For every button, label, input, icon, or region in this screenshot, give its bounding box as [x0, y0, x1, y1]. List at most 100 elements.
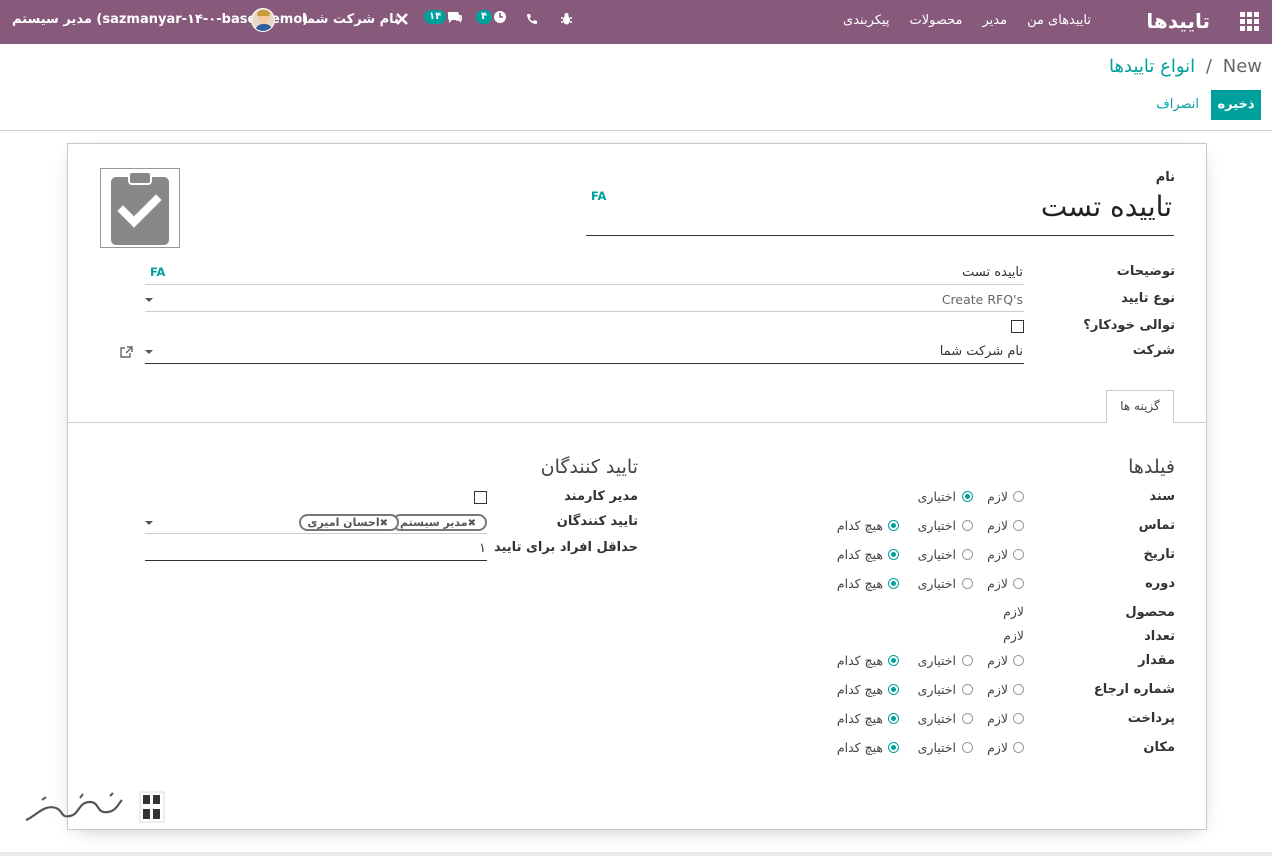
- field-option-radio[interactable]: [888, 578, 899, 589]
- field-option-label[interactable]: لازم: [987, 711, 1008, 726]
- approver-tag[interactable]: احسان امیری✖: [299, 514, 399, 531]
- field-option-label[interactable]: اختیاری: [918, 489, 956, 504]
- name-lang-button[interactable]: FA: [591, 189, 606, 203]
- apps-menu-icon[interactable]: [1240, 12, 1260, 32]
- name-input[interactable]: تاییده تست: [1041, 190, 1172, 223]
- save-button[interactable]: ذخیره: [1211, 90, 1261, 120]
- field-option-label[interactable]: هیچ کدام: [837, 547, 883, 562]
- employee-manager-label: مدیر کارمند: [564, 489, 638, 504]
- field-option-radio[interactable]: [962, 713, 973, 724]
- type-underline: [145, 311, 1024, 312]
- breadcrumb-parent[interactable]: انواع تاییدها: [1109, 56, 1195, 77]
- type-select[interactable]: Create RFQ's: [942, 292, 1023, 307]
- auto-seq-checkbox[interactable]: [1011, 320, 1024, 333]
- min-approvers-underline: [145, 560, 487, 561]
- approvers-dropdown-icon[interactable]: [145, 521, 153, 525]
- field-option-radio[interactable]: [962, 549, 973, 560]
- clipboard-check-icon: [111, 171, 169, 245]
- description-lang-button[interactable]: FA: [150, 265, 165, 279]
- remove-tag-icon[interactable]: ✖: [468, 518, 476, 529]
- employee-manager-checkbox[interactable]: [474, 491, 487, 504]
- messages-menu[interactable]: ۱۴: [424, 10, 463, 24]
- page-bottom-border: [0, 852, 1272, 856]
- field-option-label[interactable]: هیچ کدام: [837, 576, 883, 591]
- bug-icon[interactable]: [560, 12, 573, 26]
- field-option-label[interactable]: اختیاری: [918, 547, 956, 562]
- field-option-label[interactable]: اختیاری: [918, 740, 956, 755]
- field-option-radio[interactable]: [962, 491, 973, 502]
- field-option-radio[interactable]: [888, 655, 899, 666]
- field-option-label[interactable]: اختیاری: [918, 653, 956, 668]
- field-row-label: تماس: [1138, 518, 1175, 533]
- field-option-radio[interactable]: [888, 684, 899, 695]
- field-option-radio[interactable]: [888, 520, 899, 531]
- company-switcher[interactable]: نام شرکت شما: [302, 12, 399, 27]
- top-navbar: تاییدها تاییدهای من مدیر محصولات پیکربند…: [0, 0, 1272, 44]
- field-option-radio[interactable]: [888, 713, 899, 724]
- menu-item-my-approvals[interactable]: تاییدهای من: [1027, 13, 1091, 28]
- discard-button[interactable]: انصراف: [1156, 90, 1199, 120]
- app-brand[interactable]: تاییدها: [1146, 9, 1210, 33]
- menu-item-configuration[interactable]: پیکربندی: [843, 13, 889, 28]
- field-option-radio[interactable]: [962, 520, 973, 531]
- field-option-radio[interactable]: [1013, 742, 1024, 753]
- field-row-label: سند: [1149, 489, 1175, 504]
- field-option-label[interactable]: هیچ کدام: [837, 711, 883, 726]
- field-option-radio[interactable]: [962, 655, 973, 666]
- control-panel-border: [0, 130, 1272, 131]
- field-option-label[interactable]: هیچ کدام: [837, 518, 883, 533]
- menu-item-manager[interactable]: مدیر: [982, 13, 1007, 28]
- field-option-label[interactable]: اختیاری: [918, 682, 956, 697]
- field-option-radio[interactable]: [962, 742, 973, 753]
- field-option-radio[interactable]: [1013, 549, 1024, 560]
- field-option-label[interactable]: لازم: [987, 518, 1008, 533]
- field-option-label[interactable]: اختیاری: [918, 576, 956, 591]
- activities-menu[interactable]: ۴: [476, 10, 507, 24]
- field-option-label[interactable]: لازم: [987, 489, 1008, 504]
- field-option-label[interactable]: هیچ کدام: [837, 682, 883, 697]
- field-option-radio[interactable]: [962, 578, 973, 589]
- activities-badge: ۴: [476, 10, 493, 24]
- min-approvers-input[interactable]: ۱: [479, 541, 486, 556]
- field-option-label[interactable]: اختیاری: [918, 518, 956, 533]
- approvers-section-title: تایید کنندگان: [540, 456, 638, 478]
- field-option-label[interactable]: اختیاری: [918, 711, 956, 726]
- field-option-label[interactable]: لازم: [987, 740, 1008, 755]
- approver-tag[interactable]: مدیر سیستم✖: [392, 514, 487, 531]
- field-option-radio[interactable]: [962, 684, 973, 695]
- field-row-label: تاریخ: [1143, 547, 1176, 562]
- field-option-label[interactable]: لازم: [987, 682, 1008, 697]
- field-option-radio[interactable]: [1013, 684, 1024, 695]
- clock-icon: [494, 11, 507, 23]
- field-option-radio[interactable]: [1013, 520, 1024, 531]
- type-dropdown-icon[interactable]: [145, 298, 153, 302]
- image-field[interactable]: [100, 168, 180, 248]
- menu-item-products[interactable]: محصولات: [909, 13, 962, 28]
- remove-tag-icon[interactable]: ✖: [380, 518, 388, 529]
- external-link-icon[interactable]: [120, 346, 133, 363]
- field-option-radio[interactable]: [888, 549, 899, 560]
- company-dropdown-icon[interactable]: [145, 350, 153, 354]
- approver-tag-label: احسان امیری: [307, 516, 380, 529]
- field-option-label[interactable]: لازم: [987, 547, 1008, 562]
- approvers-underline: [145, 533, 487, 534]
- field-option-radio[interactable]: [1013, 491, 1024, 502]
- breadcrumb: انواع تاییدها / New: [1109, 56, 1262, 77]
- description-input[interactable]: تاییده تست: [962, 265, 1023, 280]
- field-option-label[interactable]: هیچ کدام: [837, 740, 883, 755]
- field-option-radio[interactable]: [1013, 655, 1024, 666]
- fields-section-title: فیلدها: [1128, 456, 1175, 478]
- company-select[interactable]: نام شرکت شما: [940, 344, 1023, 359]
- field-option-label[interactable]: لازم: [987, 576, 1008, 591]
- avatar[interactable]: [251, 8, 275, 32]
- field-option-label[interactable]: لازم: [987, 653, 1008, 668]
- phone-icon[interactable]: [526, 13, 538, 25]
- field-option-radio[interactable]: [1013, 713, 1024, 724]
- tab-options[interactable]: گزینه ها: [1106, 390, 1174, 423]
- field-option-radio[interactable]: [888, 742, 899, 753]
- field-option-label[interactable]: هیچ کدام: [837, 653, 883, 668]
- breadcrumb-separator: /: [1205, 56, 1212, 77]
- field-option-radio[interactable]: [1013, 578, 1024, 589]
- main-menu: تاییدهای من مدیر محصولات پیکربندی: [843, 13, 1091, 28]
- debug-tools-icon[interactable]: [395, 12, 409, 26]
